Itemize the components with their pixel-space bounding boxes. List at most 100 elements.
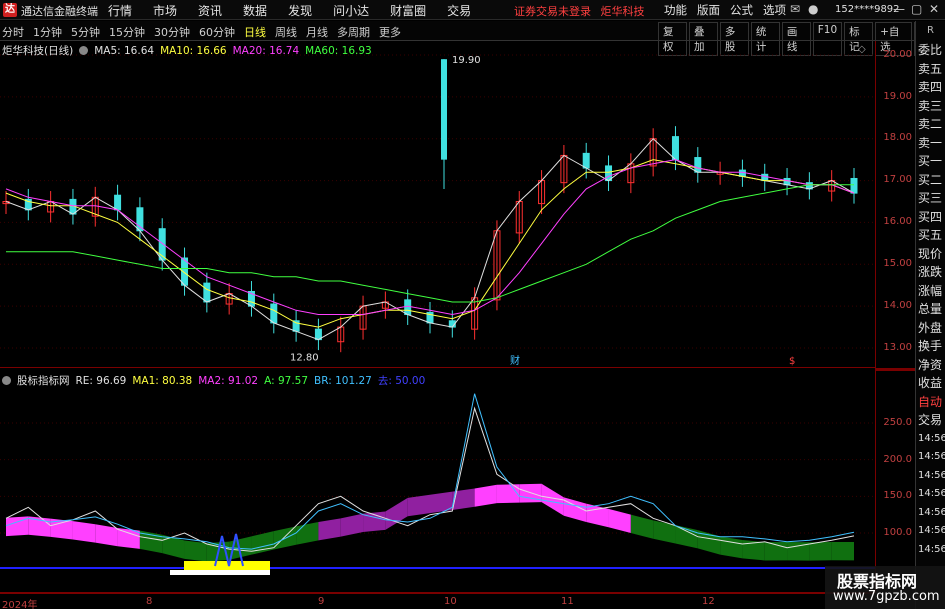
sidebar-quote-0[interactable]: 委比 bbox=[916, 41, 945, 60]
ma-legend-1: MA10: 16.66 bbox=[160, 44, 227, 57]
ma-legend-0: MA5: 16.64 bbox=[94, 44, 155, 57]
sidebar-quote-13[interactable]: 涨幅 bbox=[916, 282, 945, 301]
indicator-tick-1: 200.0 bbox=[883, 454, 912, 465]
user-avatar-icon[interactable]: ● bbox=[808, 2, 818, 16]
indicator-band bbox=[28, 516, 51, 537]
main-chart-panel[interactable]: 19.90 12.80 财 $ 炬华科技(日线) MA5: 16.64 MA10: 16… bbox=[0, 41, 875, 368]
title-bar: 达 通达信金融终端 行情 市场 资讯 数据 发现 问小达 财富圈 交易 证券交易… bbox=[0, 0, 945, 20]
indicator-tick-3: 100.0 bbox=[883, 527, 912, 538]
minimize-icon[interactable]: — bbox=[893, 2, 905, 16]
sidebar-quote-14[interactable]: 总量 bbox=[916, 300, 945, 319]
menu-item-caifuquan[interactable]: 财富圈 bbox=[390, 2, 426, 19]
menu-item-faxian[interactable]: 发现 bbox=[288, 2, 312, 19]
indicator-band bbox=[318, 518, 341, 541]
candle-body bbox=[850, 177, 858, 194]
sidebar-quote-3[interactable]: 卖三 bbox=[916, 97, 945, 116]
price-tick-4: 16.00 bbox=[883, 216, 912, 227]
menu-item-jiaoyi[interactable]: 交易 bbox=[447, 2, 471, 19]
axis-divider bbox=[875, 368, 915, 371]
indicator-band bbox=[831, 541, 854, 561]
indicator-panel[interactable]: 股标指标网 RE: 96.69 MA1: 80.38 MA2: 91.02 A: 97… bbox=[0, 371, 875, 593]
menu-item-shuju[interactable]: 数据 bbox=[243, 2, 267, 19]
message-icon[interactable]: ✉ bbox=[790, 2, 800, 16]
period-toolbar: 分时 1分钟 5分钟 15分钟 30分钟 60分钟 日线 周线 月线 多周期 更多 复权 叠加 多股 统计… bbox=[0, 21, 945, 56]
sidebar-trade[interactable]: 交易 bbox=[916, 411, 945, 430]
indicator-band bbox=[720, 536, 743, 559]
low-price-label: 12.80 bbox=[290, 352, 319, 363]
sidebar-quote-15[interactable]: 外盘 bbox=[916, 319, 945, 338]
sidebar-quote-5[interactable]: 卖一 bbox=[916, 134, 945, 153]
period-tab-9[interactable]: 多周期 bbox=[337, 24, 370, 40]
ma-line-ma60 bbox=[6, 184, 854, 303]
menu-item-gongshi[interactable]: 公式 bbox=[730, 2, 753, 18]
event-marker[interactable]: $ bbox=[789, 356, 795, 367]
indicator-band bbox=[608, 508, 631, 533]
sidebar-quote-17[interactable]: 净资 bbox=[916, 356, 945, 375]
sidebar-quote-9[interactable]: 买四 bbox=[916, 208, 945, 227]
menu-item-gongneng[interactable]: 功能 bbox=[664, 2, 687, 18]
sidebar-quote-4[interactable]: 卖二 bbox=[916, 115, 945, 134]
period-tab-8[interactable]: 月线 bbox=[306, 24, 328, 40]
menu-item-shichang[interactable]: 市场 bbox=[153, 2, 177, 19]
sidebar-quote-2[interactable]: 卖四 bbox=[916, 78, 945, 97]
settings-dot-icon[interactable] bbox=[79, 46, 89, 55]
candle-body bbox=[582, 152, 590, 169]
indicator-chart[interactable] bbox=[0, 371, 875, 593]
price-tick-6: 14.00 bbox=[883, 300, 912, 311]
sidebar-r-icon[interactable]: R bbox=[915, 21, 945, 41]
indicator-band bbox=[72, 521, 96, 543]
finance-marker[interactable]: 财 bbox=[510, 354, 520, 367]
menu-item-zixun[interactable]: 资讯 bbox=[198, 2, 222, 19]
indicator-band bbox=[809, 541, 832, 561]
period-tab-4[interactable]: 30分钟 bbox=[154, 24, 190, 40]
period-tab-2[interactable]: 5分钟 bbox=[71, 24, 100, 40]
indicator-settings-icon[interactable] bbox=[2, 376, 11, 385]
sidebar-quote-16[interactable]: 换手 bbox=[916, 337, 945, 356]
period-tab-6[interactable]: 日线 bbox=[244, 24, 266, 40]
sidebar-quote-11[interactable]: 现价 bbox=[916, 245, 945, 264]
menu-item-banmian[interactable]: 版面 bbox=[697, 2, 720, 18]
sidebar-quote-7[interactable]: 买二 bbox=[916, 171, 945, 190]
ma-legend-2: MA20: 16.74 bbox=[232, 44, 300, 57]
maximize-icon[interactable]: ▢ bbox=[911, 2, 922, 16]
period-tab-5[interactable]: 60分钟 bbox=[199, 24, 235, 40]
sidebar-quote-6[interactable]: 买一 bbox=[916, 152, 945, 171]
sidebar-time-2: 14:56 bbox=[918, 469, 945, 481]
candle-body bbox=[270, 303, 278, 324]
period-tab-1[interactable]: 1分钟 bbox=[33, 24, 62, 40]
date-tick-0: 2024年 bbox=[2, 600, 38, 609]
user-account[interactable]: 152****9892 bbox=[835, 1, 900, 18]
indicator-band bbox=[184, 540, 207, 562]
menu-item-xuanxiang[interactable]: 选项 bbox=[763, 2, 786, 18]
sidebar-quote-18[interactable]: 收益 bbox=[916, 374, 945, 393]
price-axis: 20.00 19.00 18.00 17.00 16.00 15.00 14.00 13.00 bbox=[875, 41, 915, 368]
candle-body bbox=[404, 299, 412, 316]
candlestick-chart[interactable]: 19.90 12.80 财 $ bbox=[0, 41, 875, 368]
legend-stock-name: 炬华科技(日线) bbox=[2, 45, 74, 57]
menu-item-hangqing[interactable]: 行情 bbox=[108, 2, 132, 19]
sidebar-time-0: 14:56 bbox=[918, 432, 945, 444]
indicator-band bbox=[407, 494, 430, 517]
period-tab-7[interactable]: 周线 bbox=[275, 24, 297, 40]
period-tab-0[interactable]: 分时 bbox=[2, 24, 24, 40]
indicator-band bbox=[95, 524, 118, 547]
sidebar-auto[interactable]: 自动 bbox=[916, 393, 945, 412]
sidebar-quote-10[interactable]: 买五 bbox=[916, 226, 945, 245]
period-tab-10[interactable]: 更多 bbox=[379, 24, 401, 40]
spike-candle bbox=[441, 59, 447, 160]
price-tick-1: 19.00 bbox=[883, 91, 912, 102]
menu-item-wenxiaoda[interactable]: 问小达 bbox=[333, 2, 369, 19]
date-tick-5: 12 bbox=[702, 596, 715, 607]
indicator-legend-3: A: 97.57 bbox=[264, 375, 309, 387]
login-status-link[interactable]: 证券交易未登录 炬华科技 bbox=[514, 3, 645, 19]
indicator-band bbox=[653, 520, 676, 544]
chart-settings-icon[interactable]: ◇ bbox=[858, 44, 866, 55]
period-tab-3[interactable]: 15分钟 bbox=[109, 24, 145, 40]
price-tick-0: 20.00 bbox=[883, 49, 912, 60]
sidebar-quote-8[interactable]: 买三 bbox=[916, 189, 945, 208]
ma-line-ma20 bbox=[5, 159, 855, 316]
close-icon[interactable]: ✕ bbox=[929, 2, 939, 16]
sidebar-quote-1[interactable]: 卖五 bbox=[916, 60, 945, 79]
indicator-band bbox=[430, 491, 453, 514]
sidebar-quote-12[interactable]: 涨跌 bbox=[916, 263, 945, 282]
